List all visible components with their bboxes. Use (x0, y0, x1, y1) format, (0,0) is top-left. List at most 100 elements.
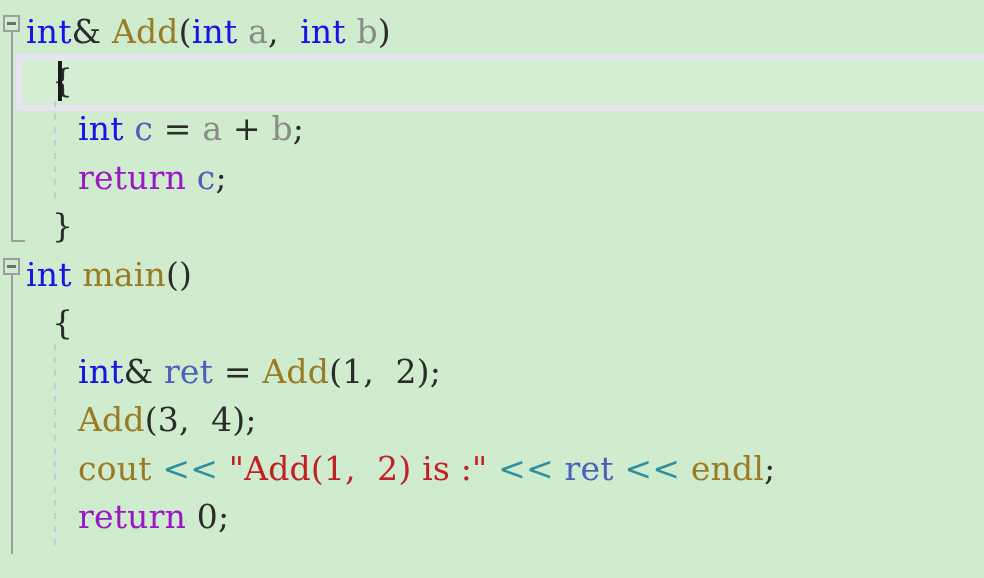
code-token: = (223, 351, 252, 391)
code-line[interactable]: { (52, 301, 73, 345)
code-token: ret (163, 351, 214, 391)
code-token: return (78, 157, 187, 197)
code-folding-gutter[interactable] (0, 0, 30, 578)
code-token: ); (416, 351, 442, 391)
minus-glyph (7, 22, 16, 25)
current-line-highlight (16, 53, 984, 111)
code-token: ; (215, 157, 227, 197)
fold-region-stem (11, 32, 13, 240)
code-token: ret (564, 448, 614, 488)
code-token: cout (78, 448, 152, 488)
code-token: ; (764, 448, 776, 488)
code-token: , (178, 400, 190, 439)
code-token: { (52, 60, 74, 100)
code-token: int (78, 351, 124, 391)
indent-guide (54, 101, 56, 204)
minus-glyph (7, 264, 16, 268)
code-token: main (82, 254, 166, 294)
code-token: { (52, 303, 74, 342)
code-token: + (232, 109, 261, 148)
code-token: , (267, 12, 279, 51)
code-line[interactable]: return c; (78, 156, 227, 200)
code-token: b (356, 12, 378, 51)
code-token: } (52, 206, 74, 245)
fold-region-end-marker (11, 240, 25, 242)
code-token: & (123, 351, 154, 391)
code-token: ; (217, 497, 230, 536)
code-token: int (26, 254, 72, 294)
code-token: 0 (196, 497, 218, 536)
code-token: b (271, 109, 293, 148)
code-token: int (26, 12, 72, 51)
code-token: ( (144, 400, 158, 439)
code-token: int (300, 12, 346, 51)
code-token: ); (232, 400, 257, 439)
code-token: << (498, 448, 554, 488)
code-token: 1 (342, 351, 364, 391)
code-token: "Add(1, 2) is :" (228, 448, 488, 488)
code-token: << (624, 448, 681, 488)
code-token: << (162, 448, 219, 488)
code-line[interactable]: return 0; (78, 495, 229, 539)
code-token: endl (690, 448, 765, 488)
fold-toggle-minus-icon[interactable] (3, 257, 20, 275)
code-token: , (363, 351, 375, 391)
code-token: a (248, 12, 268, 51)
code-line[interactable]: Add(3, 4); (78, 398, 257, 442)
code-line[interactable]: } (52, 204, 73, 248)
code-token: Add (78, 400, 145, 439)
code-line[interactable]: int main() (26, 253, 192, 297)
code-token: ) (377, 12, 391, 51)
code-token: & (71, 12, 102, 51)
code-token: a (202, 109, 223, 148)
code-token: = (163, 109, 192, 148)
code-token: int (78, 109, 124, 148)
fold-toggle-minus-icon[interactable] (3, 15, 20, 32)
code-token: c (134, 109, 154, 148)
code-line[interactable]: int c = a + b; (78, 107, 304, 151)
code-token: 2 (395, 351, 417, 391)
code-line[interactable]: cout << "Add(1, 2) is :" << ret << endl; (78, 447, 775, 491)
code-token: Add (111, 12, 179, 51)
code-token: c (196, 157, 216, 197)
text-caret (58, 60, 62, 101)
code-token: 3 (157, 400, 179, 439)
code-line[interactable]: int& ret = Add(1, 2); (78, 350, 441, 394)
code-editor-surface[interactable]: int& Add(int a, int b){int c = a + b; ret… (0, 0, 984, 578)
code-token: ( (178, 12, 192, 51)
fold-region-stem (11, 274, 13, 554)
indent-guide (54, 343, 56, 552)
code-token: ( (329, 351, 343, 391)
code-token: ; (292, 109, 305, 148)
code-token: 4 (211, 400, 233, 439)
code-token: return (78, 497, 187, 536)
code-token: Add (262, 351, 330, 391)
code-token: int (191, 12, 238, 51)
code-token: () (165, 254, 193, 294)
code-line[interactable]: int& Add(int a, int b) (26, 10, 391, 54)
code-line[interactable]: { (52, 59, 73, 103)
